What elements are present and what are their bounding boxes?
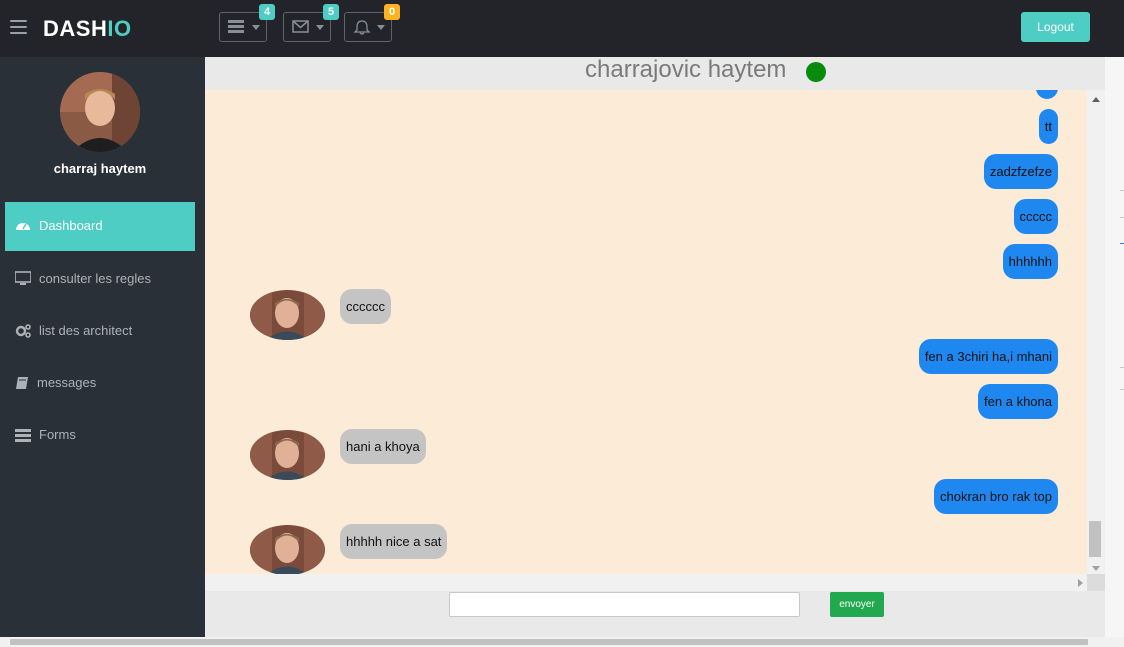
contact-avatar bbox=[250, 290, 325, 340]
scroll-down-arrow-icon[interactable] bbox=[1092, 566, 1100, 571]
tasks-dropdown-button[interactable]: 4 bbox=[219, 4, 275, 42]
chat-messages-area[interactable]: tt zadzfzefze ccccc hhhhhh cccccc fen a … bbox=[205, 90, 1087, 574]
sidebar-item-list-des-architect[interactable]: list des architect bbox=[5, 307, 195, 356]
sidebar-item-label: messages bbox=[37, 375, 97, 390]
sent-message-bubble: fen a 3chiri ha,i mhani bbox=[918, 339, 1058, 374]
sent-message-bubble bbox=[1036, 90, 1058, 99]
sidebar-item-dashboard[interactable]: Dashboard bbox=[5, 202, 195, 251]
messages-count-badge: 5 bbox=[323, 4, 339, 20]
logo[interactable]: DASHIO bbox=[43, 16, 132, 42]
envelope-icon bbox=[292, 20, 309, 33]
cogs-icon bbox=[15, 324, 31, 338]
send-button[interactable]: envoyer bbox=[830, 592, 884, 617]
contact-avatar bbox=[250, 525, 325, 574]
sent-message-bubble: hhhhhh bbox=[1002, 244, 1058, 279]
tasks-icon bbox=[15, 429, 31, 442]
notifications-count-badge: 0 bbox=[384, 4, 400, 20]
logo-accent: IO bbox=[107, 16, 132, 41]
menu-toggle-icon[interactable] bbox=[10, 20, 27, 34]
sidebar-item-label: consulter les regles bbox=[39, 271, 151, 286]
message-input[interactable] bbox=[449, 592, 800, 617]
tasks-count-badge: 4 bbox=[259, 4, 275, 20]
sent-message-bubble: fen a khona bbox=[978, 384, 1058, 419]
scrollbar-corner bbox=[1087, 574, 1105, 591]
tasks-icon bbox=[228, 20, 244, 33]
dashboard-icon bbox=[16, 223, 30, 230]
desktop-icon bbox=[15, 271, 31, 285]
sidebar-item-label: list des architect bbox=[39, 323, 133, 338]
chevron-down-icon bbox=[377, 25, 385, 30]
chevron-down-icon bbox=[316, 25, 324, 30]
sent-message-bubble: ccccc bbox=[1013, 199, 1058, 234]
chat-vertical-scrollbar[interactable] bbox=[1087, 90, 1105, 574]
book-icon bbox=[16, 377, 28, 389]
notifications-dropdown-button[interactable]: 0 bbox=[344, 4, 400, 42]
profile-avatar[interactable] bbox=[60, 72, 140, 152]
logo-main: DASH bbox=[43, 16, 108, 41]
page-vertical-scrollbar[interactable] bbox=[1105, 57, 1124, 637]
sidebar-item-consulter-les-regles[interactable]: consulter les regles bbox=[5, 255, 195, 304]
sent-message-bubble: zadzfzefze bbox=[983, 154, 1058, 189]
chat-horizontal-scrollbar[interactable] bbox=[205, 574, 1087, 591]
top-header: DASHIO 4 5 0 Logout bbox=[0, 0, 1124, 57]
page-horizontal-scrollbar[interactable] bbox=[0, 637, 1124, 647]
received-message-bubble: cccccc bbox=[340, 289, 391, 324]
sidebar-item-label: Forms bbox=[39, 427, 76, 442]
sidebar: charraj haytem Dashboard consulter les r… bbox=[0, 57, 205, 637]
messages-dropdown-button[interactable]: 5 bbox=[283, 4, 339, 42]
chevron-down-icon bbox=[252, 25, 260, 30]
contact-avatar bbox=[250, 430, 325, 480]
chat-contact-name: charrajovic haytem bbox=[585, 56, 787, 83]
sent-message-bubble: tt bbox=[1038, 109, 1058, 144]
online-status-indicator bbox=[806, 62, 826, 82]
profile-name: charraj haytem bbox=[53, 161, 147, 176]
sidebar-item-messages[interactable]: messages bbox=[5, 359, 195, 408]
scroll-right-arrow-icon[interactable] bbox=[1078, 579, 1083, 587]
sidebar-item-label: Dashboard bbox=[39, 218, 103, 233]
sidebar-item-forms[interactable]: Forms bbox=[5, 411, 195, 460]
scroll-up-arrow-icon[interactable] bbox=[1092, 97, 1100, 102]
sent-message-bubble: chokran bro rak top bbox=[933, 479, 1058, 514]
logout-button[interactable]: Logout bbox=[1021, 12, 1090, 42]
scrollbar-thumb[interactable] bbox=[10, 639, 1088, 645]
received-message-bubble: hhhhh nice a sat bbox=[340, 524, 448, 559]
received-message-bubble: hani a khoya bbox=[340, 429, 426, 464]
bell-icon bbox=[353, 20, 371, 35]
scrollbar-thumb[interactable] bbox=[1089, 521, 1101, 557]
